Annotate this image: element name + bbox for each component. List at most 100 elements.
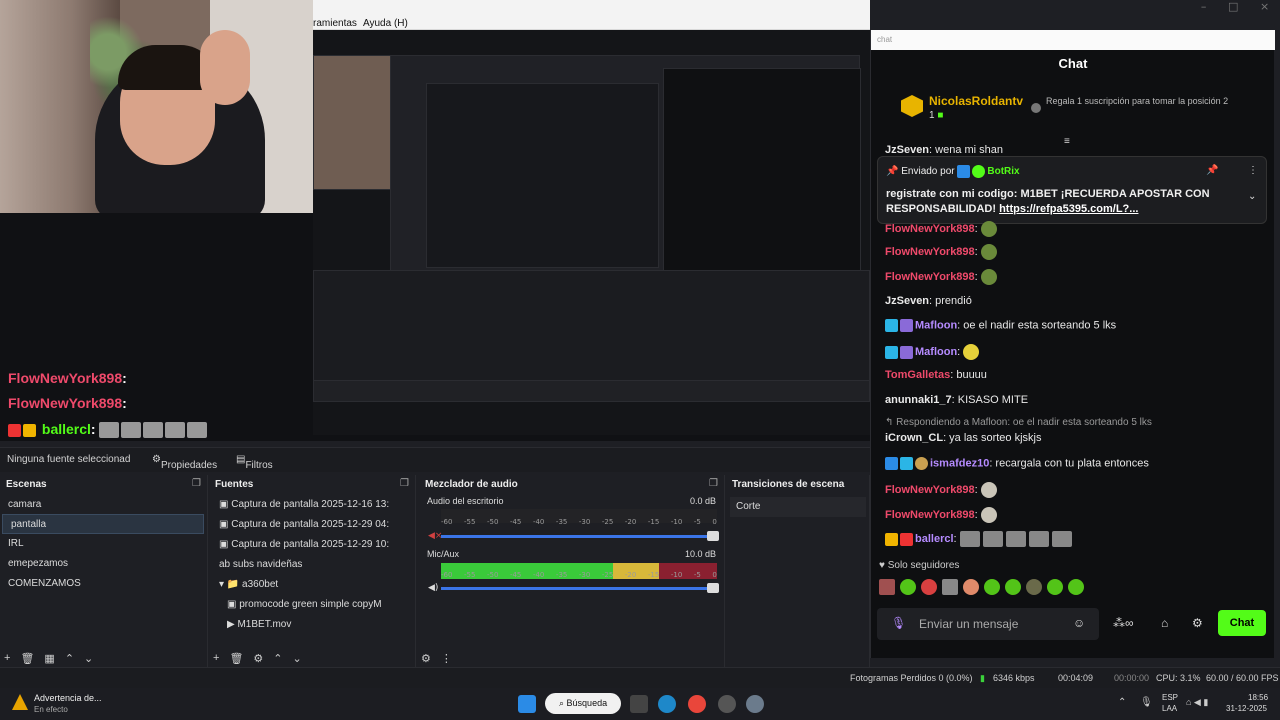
message-placeholder: Enviar un mensaje xyxy=(919,617,1019,631)
cpu-usage: CPU: 3.1% xyxy=(1156,673,1201,683)
lang-indicator-sub: LAA xyxy=(1162,704,1178,713)
transitions-dock: Transiciones de escena Corte xyxy=(726,475,870,667)
menu-tools[interactable]: ramientas xyxy=(313,18,357,29)
source-item[interactable]: ▣ Captura de pantalla 2025-12-16 13: xyxy=(209,495,415,515)
gear-icon[interactable]: ⚙ xyxy=(1192,616,1203,630)
tray-chevron-icon[interactable]: ⌃ xyxy=(1118,697,1126,708)
emote[interactable] xyxy=(942,579,958,595)
reply-context[interactable]: ↰ Respondiendo a Mafloon: oe el nadir es… xyxy=(885,417,1152,428)
gift-prompt[interactable]: Regala 1 suscripción para tomar la posic… xyxy=(1046,96,1246,107)
store-icon[interactable]: ⌂ xyxy=(1161,616,1168,630)
emote[interactable] xyxy=(984,579,1000,595)
minimize-button[interactable]: – xyxy=(1201,0,1207,14)
trash-icon[interactable]: 🗑 xyxy=(20,652,34,665)
chat-message: ismafdez10: recargala con tu plata enton… xyxy=(885,457,1149,470)
pin-icon[interactable]: 📌 xyxy=(1206,165,1218,176)
chevron-up-icon[interactable]: ⌃ xyxy=(273,652,282,665)
properties-button[interactable]: ⚙ Propiedades xyxy=(152,454,217,471)
dropped-frames: Fotogramas Perdidos 0 (0.0%) xyxy=(850,673,973,683)
emote[interactable] xyxy=(963,579,979,595)
scene-item[interactable]: pantalla xyxy=(2,514,204,534)
maximize-button[interactable]: □ xyxy=(1228,0,1238,14)
send-chat-button[interactable]: Chat xyxy=(1218,610,1266,636)
source-item[interactable]: ▶ M1BET.mov xyxy=(209,615,415,635)
trash-icon[interactable]: 🗑 xyxy=(229,652,243,665)
dock-undock-icon[interactable]: ❐ xyxy=(709,478,718,489)
task-view-icon[interactable] xyxy=(630,695,648,713)
message-input[interactable]: 🎙 Enviar un mensaje ☺ xyxy=(877,608,1099,640)
emote[interactable] xyxy=(1047,579,1063,595)
collapse-icon[interactable]: ≡ xyxy=(1064,136,1070,147)
scene-item[interactable]: camara xyxy=(0,495,207,515)
close-button[interactable]: × xyxy=(1260,0,1269,14)
desktop-volume-slider[interactable] xyxy=(441,531,719,541)
source-group[interactable]: ▾ 📁 a360bet xyxy=(209,575,415,595)
source-item[interactable]: ▣ Captura de pantalla 2025-12-29 10: xyxy=(209,535,415,555)
scenes-footer: + 🗑 ▦ ⌃ ⌄ xyxy=(4,652,93,665)
channel-db: 10.0 dB xyxy=(684,549,716,559)
mic-tray-icon[interactable]: 🎙 xyxy=(1140,697,1153,708)
notification-title[interactable]: Advertencia de... xyxy=(34,693,102,703)
network-icon[interactable]: ⌂ ◀ ▮ xyxy=(1186,697,1208,708)
more-icon[interactable]: ⋮ xyxy=(441,652,452,665)
scene-item[interactable]: IRL xyxy=(0,534,207,554)
window-controls: – □ × xyxy=(1190,0,1280,14)
channel-db: 0.0 dB xyxy=(689,496,716,506)
mic-audio-meter xyxy=(441,563,717,571)
emote[interactable] xyxy=(1026,579,1042,595)
source-item[interactable]: ▣ Captura de pantalla 2025-12-29 04: xyxy=(209,515,415,535)
obs-icon[interactable] xyxy=(718,695,736,713)
emote[interactable] xyxy=(879,579,895,595)
emote[interactable] xyxy=(921,579,937,595)
scene-item[interactable]: emepezamos xyxy=(0,554,207,574)
chevron-down-icon[interactable]: ⌄ xyxy=(84,652,93,665)
advanced-audio-icon[interactable]: ⚙ xyxy=(421,652,431,665)
source-item[interactable]: ▣ promocode green simple copyM xyxy=(209,595,415,615)
chat-message: anunnaki1_7: KISASO MITE xyxy=(885,394,1029,406)
edge-icon[interactable] xyxy=(658,695,676,713)
scene-item[interactable]: COMENZAMOS xyxy=(0,574,207,594)
channel-name: Mic/Aux xyxy=(427,549,460,559)
chat-url-bar[interactable]: chat xyxy=(871,30,1275,50)
settings-icon[interactable] xyxy=(746,695,764,713)
filter-icon[interactable]: ▦ xyxy=(44,652,54,665)
pinned-message[interactable]: 📌 Enviado por BotRix 📌 ⋮ registrate con … xyxy=(877,156,1267,224)
notification-sub: En efecto xyxy=(34,705,68,714)
add-icon[interactable]: + xyxy=(213,652,219,665)
top-gifter-badge-icon xyxy=(901,95,923,117)
channel-name: Audio del escritorio xyxy=(427,496,504,506)
chat-message: TomGalletas: buuuu xyxy=(885,369,987,381)
emote[interactable] xyxy=(1005,579,1021,595)
nested-screen-capture xyxy=(313,30,870,435)
overlay-chat-line: FlowNewYork898: xyxy=(8,395,127,411)
mic-icon[interactable]: 🎙 xyxy=(891,616,906,630)
lang-indicator[interactable]: ESP xyxy=(1162,693,1178,702)
chevron-down-icon[interactable]: ⌄ xyxy=(293,652,302,665)
mic-volume-slider[interactable] xyxy=(441,583,719,593)
source-item[interactable]: ab subs navideñas xyxy=(209,555,415,575)
kicks-icon[interactable]: ⁂∞ xyxy=(1113,616,1134,630)
dock-undock-icon[interactable]: ❐ xyxy=(400,478,409,489)
clock[interactable]: 18:56 xyxy=(1248,693,1268,702)
chevron-down-icon[interactable]: ⌄ xyxy=(1248,191,1256,202)
filters-button[interactable]: ▤ Filtros xyxy=(236,454,273,471)
emote[interactable] xyxy=(1068,579,1084,595)
more-options-icon[interactable]: ⋮ xyxy=(1248,165,1258,176)
transition-select[interactable]: Corte xyxy=(730,497,866,517)
dock-undock-icon[interactable]: ❐ xyxy=(192,478,201,489)
transitions-title: Transiciones de escena xyxy=(732,479,845,490)
chevron-up-icon[interactable]: ⌃ xyxy=(65,652,74,665)
emote[interactable] xyxy=(900,579,916,595)
menu-help[interactable]: Ayuda (H) xyxy=(363,18,408,29)
chrome-icon[interactable] xyxy=(688,695,706,713)
bitrate: 6346 kbps xyxy=(993,673,1035,683)
top-gifter-name[interactable]: NicolasRoldantv xyxy=(929,94,1023,108)
emoji-icon[interactable]: ☺ xyxy=(1073,616,1085,630)
taskbar-search[interactable]: ⌕ Búsqueda xyxy=(545,693,621,714)
windows-start-icon[interactable] xyxy=(518,695,536,713)
meter-scale: -60 -55 -50 -45 -40 -35 -30 -25 -20 -15 -10 -5 0 xyxy=(441,571,717,579)
speaker-icon[interactable]: ◀) xyxy=(428,583,438,593)
add-icon[interactable]: + xyxy=(4,652,10,665)
windows-taskbar: Advertencia de... En efecto ⌕ Búsqueda ⌃… xyxy=(0,688,1280,720)
gear-icon[interactable]: ⚙ xyxy=(253,652,263,665)
